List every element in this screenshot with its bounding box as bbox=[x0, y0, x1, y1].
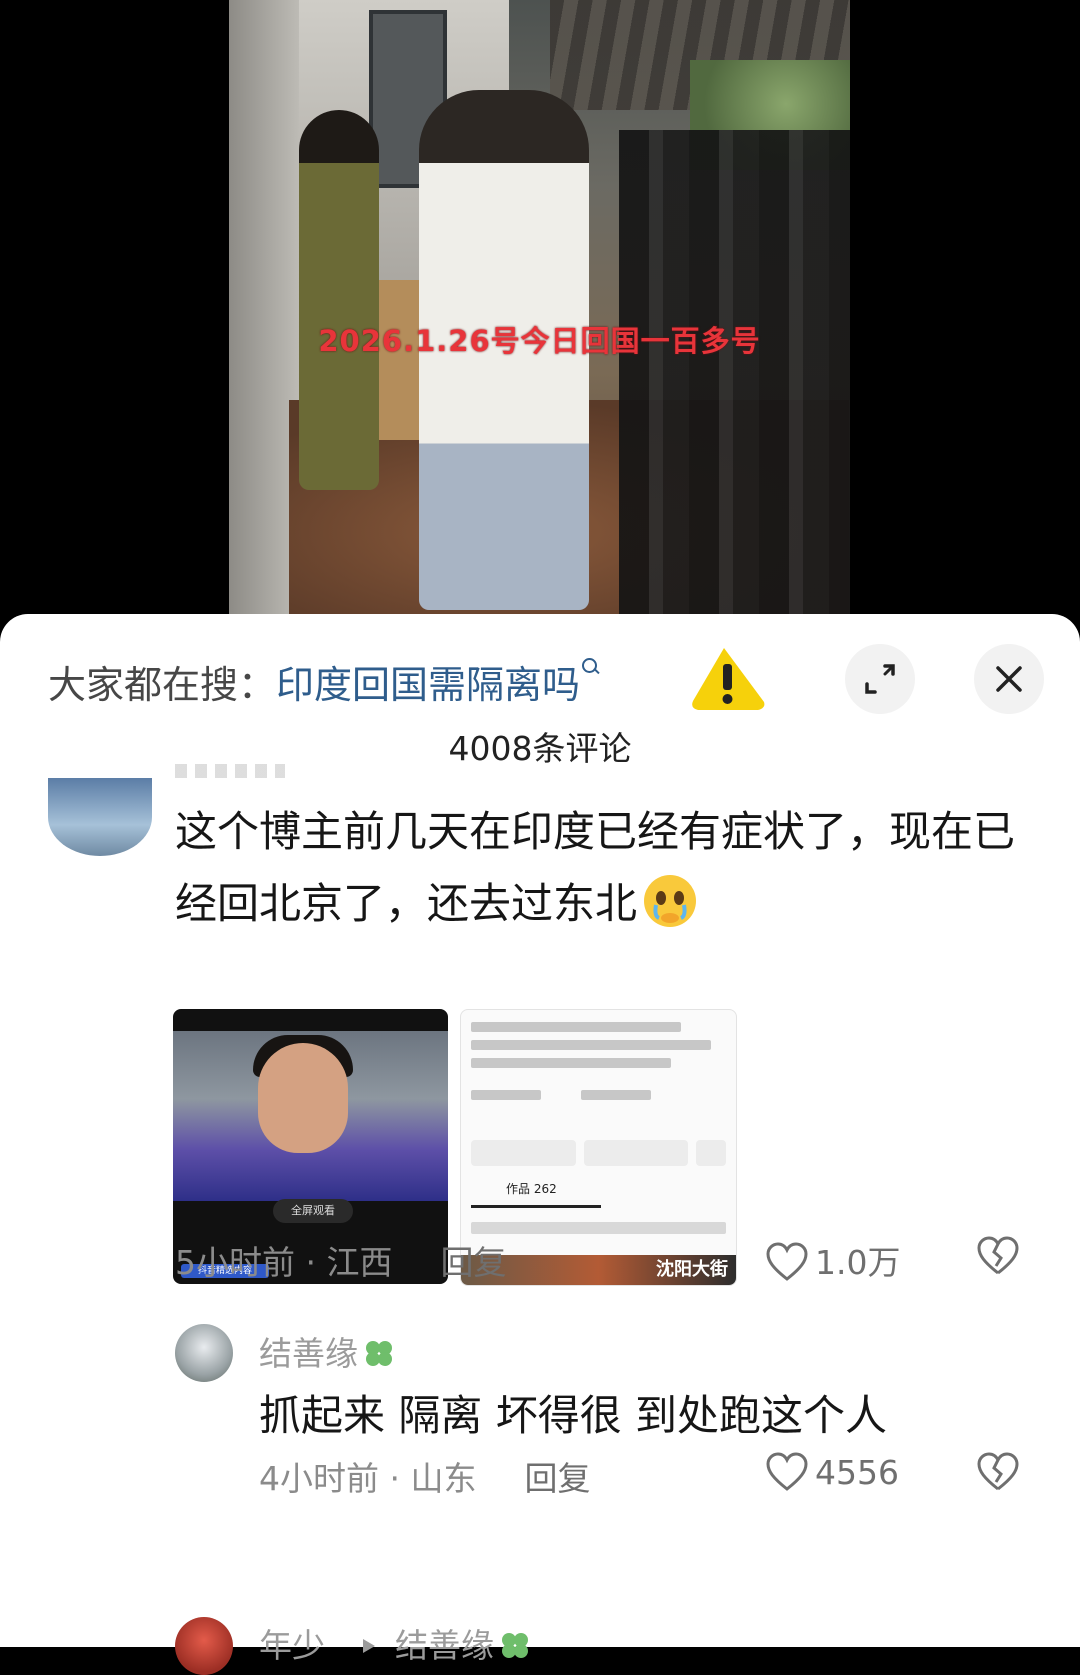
play-arrow-icon bbox=[363, 1639, 375, 1653]
commenter-avatar[interactable] bbox=[175, 1617, 233, 1675]
chip-row bbox=[471, 1222, 726, 1234]
warning-icon bbox=[692, 648, 765, 710]
commenter-name-cut bbox=[175, 764, 285, 778]
reply-button[interactable]: 回复 bbox=[440, 1243, 506, 1282]
crying-emoji-icon bbox=[641, 872, 699, 930]
search-query-link[interactable]: 印度回国需隔离吗 bbox=[276, 663, 580, 707]
comment-meta: 4小时前 · 山东 回复 bbox=[259, 1459, 591, 1498]
comment-meta: 5小时前 · 江西 回复 bbox=[175, 1243, 507, 1282]
reply-button[interactable]: 回复 bbox=[524, 1459, 590, 1498]
shop-cell bbox=[471, 1090, 541, 1100]
video-crowd bbox=[619, 130, 850, 620]
video-officer bbox=[299, 110, 379, 490]
commenter-avatar[interactable] bbox=[175, 1324, 233, 1382]
live-cell bbox=[581, 1090, 651, 1100]
strip-label: 沈阳大街 bbox=[656, 1259, 728, 1280]
clover-icon bbox=[502, 1633, 528, 1658]
broken-heart-icon[interactable] bbox=[976, 1452, 1020, 1492]
commenter-avatar[interactable] bbox=[48, 778, 152, 856]
bio-line bbox=[471, 1022, 681, 1032]
like-count: 1.0万 bbox=[815, 1243, 901, 1282]
search-icon bbox=[582, 658, 600, 676]
person-face bbox=[258, 1043, 348, 1153]
video-overlay-text: 2026.1.26号今日回国一百多号 bbox=[318, 324, 761, 358]
profile-buttons bbox=[471, 1140, 726, 1166]
comment-text: 抓起来 隔离 坏得很 到处跑这个人 bbox=[259, 1391, 888, 1440]
close-button[interactable] bbox=[974, 644, 1044, 714]
video-player[interactable]: 2026.1.26号今日回国一百多号 bbox=[229, 0, 850, 620]
like-count: 4556 bbox=[815, 1453, 899, 1492]
fullscreen-pill: 全屏观看 bbox=[273, 1199, 353, 1223]
like-button[interactable]: 4556 bbox=[765, 1452, 899, 1492]
broken-heart-icon[interactable] bbox=[976, 1236, 1020, 1276]
commenter-name[interactable]: 结善缘 bbox=[259, 1327, 396, 1375]
expand-button[interactable] bbox=[845, 644, 915, 714]
comment-text: 这个博主前几天在印度已经有症状了，现在已经回北京了，还去过东北 bbox=[175, 807, 1016, 930]
heart-icon bbox=[766, 1452, 808, 1491]
search-label: 大家都在搜： bbox=[48, 663, 277, 707]
like-button[interactable]: 1.0万 bbox=[765, 1236, 900, 1284]
comment-count: 4008条评论 bbox=[448, 729, 632, 768]
clover-icon bbox=[366, 1341, 392, 1366]
tab-underline bbox=[471, 1205, 601, 1208]
heart-icon bbox=[766, 1242, 808, 1281]
bio-line bbox=[471, 1040, 711, 1050]
search-suggestion[interactable]: 大家都在搜：印度回国需隔离吗 bbox=[48, 654, 600, 709]
bio-line bbox=[471, 1058, 671, 1068]
close-icon bbox=[996, 666, 1022, 692]
commenter-name[interactable]: 年少 结善缘 bbox=[259, 1619, 532, 1667]
works-tab: 作品 262 bbox=[506, 1182, 557, 1196]
comment-sheet: 大家都在搜：印度回国需隔离吗 4008条评论 这个博主前几天在印度已经有症状了，… bbox=[0, 614, 1080, 1675]
expand-icon bbox=[865, 664, 895, 694]
